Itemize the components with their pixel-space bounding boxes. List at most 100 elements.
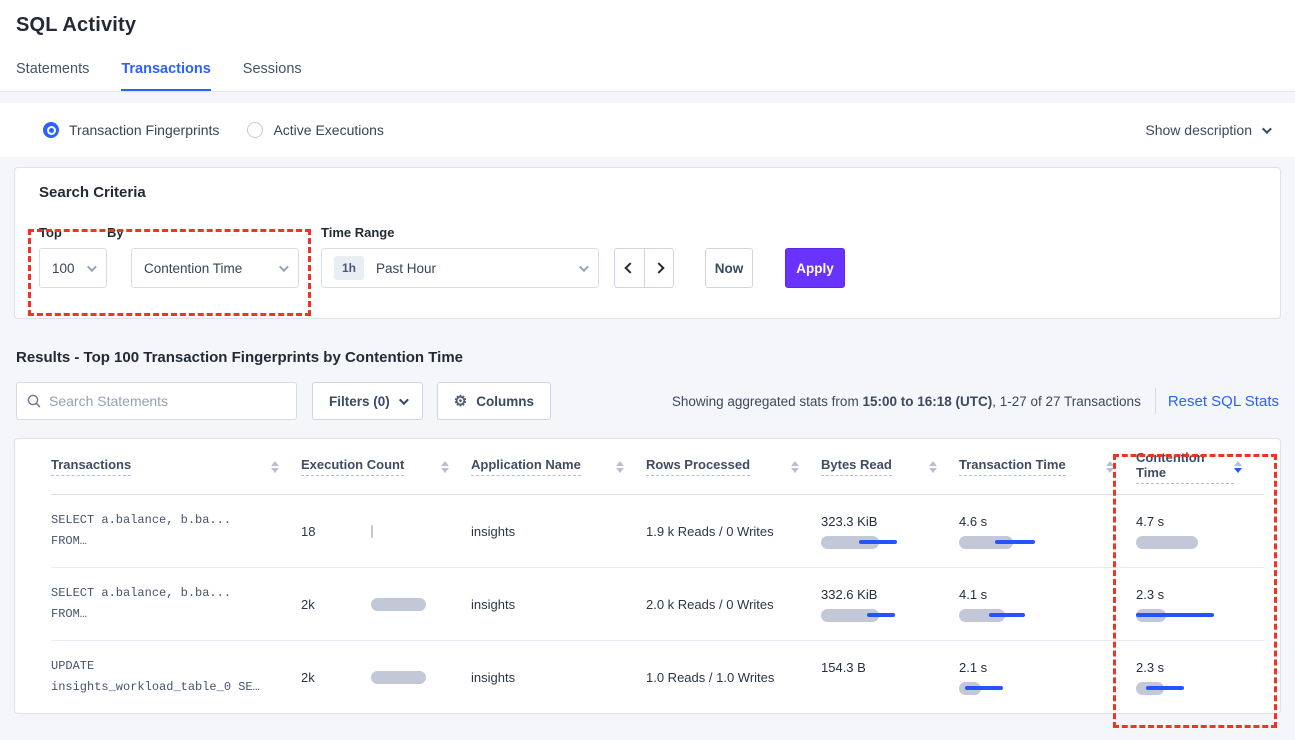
chevron-down-icon <box>87 262 97 272</box>
tab-transactions[interactable]: Transactions <box>121 61 210 91</box>
rows-processed-cell: 1.9 k Reads / 0 Writes <box>646 524 821 539</box>
divider <box>1155 388 1156 414</box>
show-description-label: Show description <box>1145 122 1252 138</box>
transaction-fingerprint-link[interactable]: SELECT a.balance, b.ba...FROM… <box>51 510 301 552</box>
rows-processed-cell: 2.0 k Reads / 0 Writes <box>646 597 821 612</box>
search-statements-box <box>16 382 297 420</box>
radio-group: Transaction Fingerprints Active Execution… <box>43 122 384 138</box>
column-header-label: Contention Time <box>1136 450 1234 484</box>
top-field: Top 100 <box>39 225 107 288</box>
contention-time-cell-value: 4.7 s <box>1136 514 1264 529</box>
transaction-time-cell-marker <box>989 613 1025 617</box>
column-header-rows-processed[interactable]: Rows Processed <box>646 457 821 476</box>
time-range-label: Time Range <box>321 225 599 240</box>
sort-arrows-icon <box>1234 461 1242 473</box>
contention-time-cell: 2.3 s <box>1136 587 1264 622</box>
column-header-label: Execution Count <box>301 457 404 476</box>
transaction-time-cell-value: 4.6 s <box>959 514 1136 529</box>
contention-time-cell-value: 2.3 s <box>1136 660 1264 675</box>
bytes-read-cell-marker <box>867 613 895 617</box>
column-header-label: Rows Processed <box>646 457 750 476</box>
contention-time-cell-value: 2.3 s <box>1136 587 1264 602</box>
by-field: By Contention Time <box>107 225 299 288</box>
stats-time-range: 15:00 to 16:18 (UTC) <box>862 394 992 409</box>
show-description-toggle[interactable]: Show description <box>1145 122 1269 138</box>
bytes-read-cell: 332.6 KiB <box>821 587 959 622</box>
contention-time-cell: 2.3 s <box>1136 660 1264 695</box>
sort-arrows-icon <box>791 461 799 473</box>
sort-arrows-icon <box>1106 461 1114 473</box>
column-header-label: Bytes Read <box>821 457 892 476</box>
execution-count-bar <box>371 525 373 538</box>
execution-count-bar <box>371 598 426 611</box>
transaction-time-cell: 4.1 s <box>959 587 1136 622</box>
column-header-bytes-read[interactable]: Bytes Read <box>821 457 959 476</box>
tab-bar: Statements Transactions Sessions <box>16 61 1279 91</box>
table-row: SELECT a.balance, b.ba...FROM…18insights… <box>51 495 1264 568</box>
columns-button[interactable]: ⚙ Columns <box>437 382 551 420</box>
table-row: SELECT a.balance, b.ba...FROM…2kinsights… <box>51 568 1264 641</box>
tab-statements[interactable]: Statements <box>16 61 89 91</box>
chevron-down-icon <box>1262 124 1272 134</box>
contention-time-cell-marker <box>1146 686 1184 690</box>
application-name-cell: insights <box>471 524 646 539</box>
results-toolbar: Filters (0) ⚙ Columns Showing aggregated… <box>16 382 1279 420</box>
table-header-row: TransactionsExecution Count Application N… <box>51 439 1264 495</box>
transaction-time-cell-marker <box>995 540 1035 544</box>
time-range-field: Time Range 1h Past Hour <box>299 225 599 288</box>
radio-label: Transaction Fingerprints <box>69 122 219 138</box>
time-nav-group <box>614 248 674 288</box>
transaction-fingerprint-link[interactable]: SELECT a.balance, b.ba...FROM… <box>51 583 301 625</box>
column-header-transaction-time[interactable]: Transaction Time <box>959 457 1136 476</box>
page-header: SQL Activity StatementsTransactionsSessi… <box>0 0 1295 92</box>
tab-sessions[interactable]: Sessions <box>243 61 302 91</box>
contention-time-cell-bar <box>1136 536 1198 549</box>
search-icon <box>27 394 41 408</box>
by-select[interactable]: Contention Time <box>131 248 299 288</box>
application-name-cell: insights <box>471 670 646 685</box>
table-body: SELECT a.balance, b.ba...FROM…18insights… <box>51 495 1264 714</box>
bytes-read-cell-marker <box>859 540 897 544</box>
chevron-down-icon <box>399 395 409 405</box>
sort-arrows-icon <box>616 461 624 473</box>
transaction-time-cell-marker <box>965 686 1003 690</box>
reset-sql-stats-link[interactable]: Reset SQL Stats <box>1168 393 1279 410</box>
column-header-label: Transaction Time <box>959 457 1066 476</box>
chevron-right-icon <box>653 262 664 273</box>
aggregated-stats-text: Showing aggregated stats from 15:00 to 1… <box>672 394 1141 409</box>
column-header-application-name[interactable]: Application Name <box>471 457 646 476</box>
transaction-time-cell-value: 4.1 s <box>959 587 1136 602</box>
by-value: Contention Time <box>144 261 242 276</box>
contention-time-cell-marker <box>1136 613 1214 617</box>
radio-label: Active Executions <box>273 122 384 138</box>
results-heading: Results - Top 100 Transaction Fingerprin… <box>16 349 1279 366</box>
bytes-read-cell-value: 154.3 B <box>821 660 959 675</box>
execution-count-cell: 2k <box>301 597 471 612</box>
contention-time-cell: 4.7 s <box>1136 514 1264 549</box>
radio-transaction-fingerprints[interactable]: Transaction Fingerprints <box>43 122 219 138</box>
radio-active-executions[interactable]: Active Executions <box>247 122 384 138</box>
top-label: Top <box>39 225 107 240</box>
time-range-select[interactable]: 1h Past Hour <box>321 248 599 288</box>
search-criteria-heading: Search Criteria <box>39 184 1256 201</box>
now-button[interactable]: Now <box>705 248 753 288</box>
column-header-label: Application Name <box>471 457 581 476</box>
time-prev-button[interactable] <box>614 248 644 288</box>
column-header-execution-count[interactable]: Execution Count <box>301 457 471 476</box>
table-row: UPDATEinsights_workload_table_0 SE…2kins… <box>51 641 1264 714</box>
sort-arrows-icon <box>441 461 449 473</box>
transaction-fingerprint-link[interactable]: UPDATEinsights_workload_table_0 SE… <box>51 656 301 698</box>
apply-button[interactable]: Apply <box>785 248 845 288</box>
sort-arrows-icon <box>271 461 279 473</box>
top-select[interactable]: 100 <box>39 248 107 288</box>
chevron-left-icon <box>624 262 635 273</box>
column-header-contention-time[interactable]: Contention Time <box>1136 450 1264 484</box>
filters-button[interactable]: Filters (0) <box>312 382 423 420</box>
column-header-transactions[interactable]: Transactions <box>51 457 301 476</box>
time-range-badge: 1h <box>334 256 364 280</box>
search-statements-input[interactable] <box>49 393 286 409</box>
bytes-read-cell: 323.3 KiB <box>821 514 959 549</box>
time-next-button[interactable] <box>644 248 674 288</box>
sort-arrows-icon <box>929 461 937 473</box>
radio-selected-icon <box>43 122 59 138</box>
